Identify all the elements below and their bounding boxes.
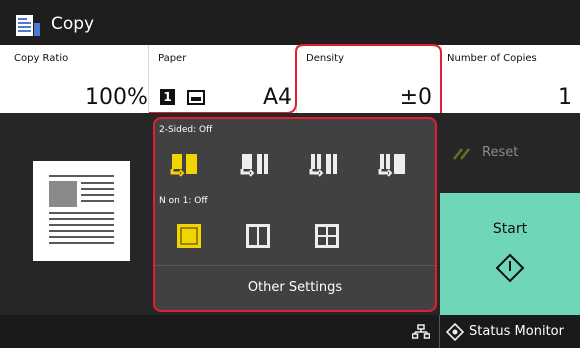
reset-label: Reset [482, 145, 519, 160]
start-diamond-icon [495, 253, 525, 283]
n-on-1-label: N on 1: Off [159, 196, 208, 206]
start-label: Start [492, 221, 528, 237]
divider [437, 113, 440, 315]
status-monitor-icon [446, 323, 464, 341]
start-button[interactable]: Start [440, 193, 580, 315]
status-monitor-button[interactable]: Status Monitor [441, 315, 580, 348]
one-to-two-sided-icon [240, 154, 268, 177]
two-on-one-icon [246, 224, 270, 248]
two-to-one-sided-button[interactable] [306, 148, 340, 178]
other-settings-label: Other Settings [247, 280, 343, 295]
document-preview-image [49, 175, 114, 244]
four-on-one-button[interactable] [313, 222, 341, 250]
one-to-one-sided-icon [170, 154, 197, 177]
divider [439, 315, 440, 348]
status-monitor-label: Status Monitor [469, 324, 564, 339]
two-to-two-sided-icon [378, 154, 405, 177]
document-preview [33, 161, 130, 261]
other-settings-button[interactable]: Other Settings [155, 266, 435, 310]
one-to-two-sided-button[interactable] [237, 148, 271, 178]
n-on-1-off-button[interactable] [175, 222, 203, 250]
network-icon[interactable] [412, 324, 430, 340]
single-page-icon [177, 224, 201, 248]
reset-button[interactable]: Reset [440, 113, 580, 193]
four-on-one-icon [315, 224, 339, 248]
two-sided-label: 2-Sided: Off [159, 125, 213, 135]
one-to-one-sided-button[interactable] [167, 148, 201, 178]
reset-icon [453, 148, 470, 160]
two-on-one-button[interactable] [244, 222, 272, 250]
two-to-one-sided-icon [309, 154, 337, 177]
two-to-two-sided-button[interactable] [375, 148, 409, 178]
